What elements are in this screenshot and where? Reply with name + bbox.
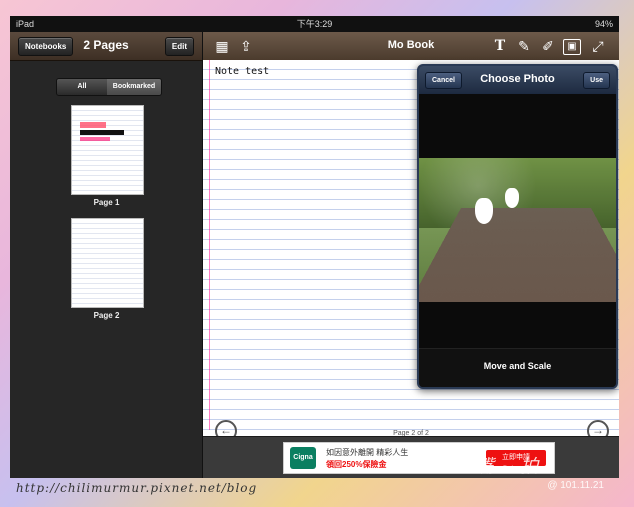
sidebar-toolbar: Notebooks 2 Pages Edit [10, 32, 202, 61]
page-thumbnail-1[interactable] [71, 105, 144, 195]
highlighter-tool-icon[interactable]: ✐ [539, 37, 557, 55]
filter-bookmarked-tab[interactable]: Bookmarked [107, 79, 161, 95]
selected-photo[interactable] [419, 158, 616, 302]
edit-button[interactable]: Edit [164, 37, 194, 56]
battery: 94% [594, 19, 613, 29]
page-filter-segmented: All Bookmarked [56, 78, 162, 96]
use-button[interactable]: Use [583, 72, 610, 89]
margin-line [209, 60, 210, 430]
ad-line-2: 領回250%保險金 [326, 460, 387, 469]
popover-header: Cancel Choose Photo Use [419, 66, 616, 94]
choose-photo-popover: Cancel Choose Photo Use Move and Scale [417, 64, 618, 389]
duck-figure [505, 188, 519, 208]
photo-icon[interactable]: ▣ [563, 39, 581, 55]
duck-figure [475, 198, 493, 224]
ad-logo: Cigna [290, 447, 316, 469]
ad-bar: Cigna 如因意外離開 精彩人生 領回250%保險金 立即申請 [203, 436, 619, 478]
move-and-scale-label: Move and Scale [483, 361, 552, 371]
fullscreen-icon[interactable]: ⤢ [589, 37, 607, 55]
popover-footer: Move and Scale [419, 348, 616, 387]
notepad-toolbar: ▦ ⇪ Mo Book T ✎ ✐ ▣ ⤢ [203, 32, 619, 61]
date-watermark: @ 101.11.21 [547, 480, 604, 491]
sketch-mark [80, 130, 124, 135]
page-label: Page 2 [93, 311, 120, 320]
sketch-mark [80, 122, 106, 128]
sketch-mark [80, 137, 110, 141]
page-thumbnail-2[interactable] [71, 218, 144, 308]
filter-all-tab[interactable]: All [57, 79, 107, 95]
text-tool-icon[interactable]: T [491, 37, 509, 55]
time: 下午3:29 [296, 19, 333, 29]
status-bar: iPad 下午3:29 94% [10, 16, 619, 32]
page-label: Page 1 [93, 198, 120, 207]
blog-url-watermark: http://chilimurmur.pixnet.net/blog [16, 481, 258, 495]
ad-text: 如因意外離開 精彩人生 領回250%保險金 [326, 447, 408, 471]
note-text: Note test [215, 66, 270, 77]
ipad-screen: iPad 下午3:29 94% Notebooks 2 Pages Edit A… [10, 16, 619, 478]
pen-tool-icon[interactable]: ✎ [515, 37, 533, 55]
ad-line-1: 如因意外離開 精彩人生 [326, 448, 409, 457]
handwritten-watermark: ~ 嘴 ~ 拍 [455, 456, 539, 477]
pages-sidebar: Notebooks 2 Pages Edit All Bookmarked Pa… [10, 32, 203, 478]
